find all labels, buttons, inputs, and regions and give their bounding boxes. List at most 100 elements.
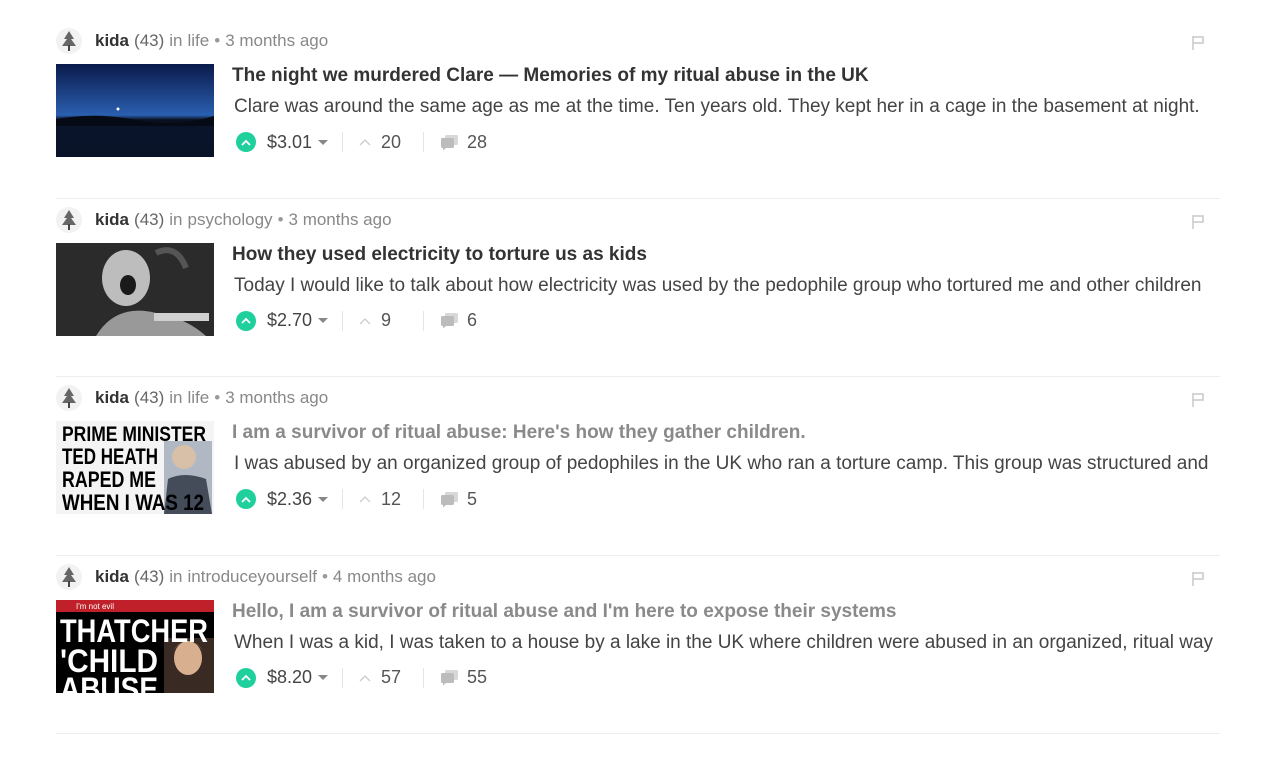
divider [423,310,425,331]
upvote-button[interactable] [236,489,256,509]
upvote-button[interactable] [236,132,256,152]
caret-down-icon[interactable] [318,496,329,502]
divider [423,667,425,688]
flag-icon[interactable] [1190,214,1206,230]
divider [342,310,344,331]
divider [342,489,344,509]
post-excerpt[interactable]: When I was a kid, I was taken to a house… [232,632,1220,654]
post-thumbnail[interactable]: PRIME MINISTER TED HEATH RAPED ME WHEN I… [56,421,214,514]
post-summary: kida (43) in life • 3 months ago The nig… [56,20,1220,199]
post-category-link[interactable]: life [188,388,210,408]
tree-avatar-icon [62,31,76,51]
avatar[interactable] [56,206,82,233]
post-category-link[interactable]: introduceyourself [188,567,317,587]
post-content: How they used electricity to torture us … [232,244,1220,333]
post-header: kida (43) in psychology • 3 months ago [56,206,392,233]
post-title[interactable]: Hello, I am a survivor of ritual abuse a… [232,601,1220,623]
post-timestamp[interactable]: 4 months ago [333,567,436,587]
post-footer: $2.36 12 5 [232,487,1220,511]
post-timestamp[interactable]: 3 months ago [225,31,328,51]
in-label: in [169,566,183,586]
author-name[interactable]: kida [95,388,129,408]
tree-avatar-icon [62,388,76,408]
upvote-button[interactable] [236,667,256,688]
voters-chevron-icon [359,496,371,503]
thumb-headline-line-3: ABUSE [60,671,158,693]
post-thumbnail[interactable]: I'm not evil THATCHER 'CHILD ABUSE [56,599,214,693]
flag-icon[interactable] [1190,571,1206,587]
thumb-headline-line-1: PRIME MINISTER [62,423,206,446]
post-header: kida (43) in life • 3 months ago [56,385,328,411]
post-summary: kida (43) in psychology • 3 months ago H… [56,199,1220,377]
post-title[interactable]: How they used electricity to torture us … [232,244,1220,266]
divider [342,667,344,688]
screaming-child-image [56,242,214,336]
thumb-headline-line-3: RAPED ME [62,467,156,492]
post-category-link[interactable]: psychology [188,210,273,230]
thumb-headline-line-2: TED HEATH [62,444,158,469]
author-name[interactable]: kida [95,210,129,230]
payout-value[interactable]: $2.70 [267,310,312,331]
post-content: Hello, I am a survivor of ritual abuse a… [232,601,1220,690]
avatar[interactable] [56,385,82,411]
in-label: in [169,209,183,229]
post-thumbnail[interactable] [56,64,214,157]
post-footer: $8.20 57 55 [232,666,1220,690]
post-content: The night we murdered Clare — Memories o… [232,65,1220,154]
comments-icon [441,491,459,507]
post-thumbnail[interactable] [56,242,214,336]
post-footer: $2.70 9 6 [232,309,1220,333]
comment-count[interactable]: 28 [467,132,487,153]
tree-avatar-icon [62,209,76,230]
night-lake-image [56,64,214,157]
post-timestamp[interactable]: 3 months ago [289,210,392,230]
post-excerpt[interactable]: Clare was around the same age as me at t… [232,96,1220,118]
avatar[interactable] [56,28,82,54]
upvote-button[interactable] [236,310,256,331]
payout-value[interactable]: $3.01 [267,132,312,153]
post-summary: kida (43) in introduceyourself • 4 month… [56,556,1220,734]
comment-count[interactable]: 5 [467,489,477,510]
post-title[interactable]: The night we murdered Clare — Memories o… [232,65,1220,87]
comment-count[interactable]: 55 [467,667,487,688]
thumb-tagline: I'm not evil [76,602,114,611]
divider [423,489,425,509]
vote-count[interactable]: 9 [381,310,403,331]
post-timestamp[interactable]: 3 months ago [225,388,328,408]
caret-down-icon[interactable] [318,675,329,680]
post-summary: kida (43) in life • 3 months ago PRIME M… [56,377,1220,556]
chevron-up-icon [241,317,251,324]
voters-chevron-icon [359,674,371,681]
payout-value[interactable]: $2.36 [267,489,312,510]
comments-icon [441,670,459,686]
comment-count[interactable]: 6 [467,310,477,331]
chevron-up-icon [241,674,251,681]
tree-avatar-icon [62,566,76,587]
post-title[interactable]: I am a survivor of ritual abuse: Here's … [232,422,1220,444]
chevron-up-icon [241,496,251,503]
caret-down-icon[interactable] [318,318,329,323]
author-reputation: (43) [134,209,165,229]
payout-value[interactable]: $8.20 [267,667,312,688]
divider [423,132,425,152]
thumb-headline-line-4: WHEN I WAS 12 [62,490,204,514]
author-name[interactable]: kida [95,31,129,51]
post-excerpt[interactable]: Today I would like to talk about how ele… [232,275,1220,297]
avatar[interactable] [56,563,82,590]
post-feed: kida (43) in life • 3 months ago The nig… [56,20,1220,734]
post-excerpt[interactable]: I was abused by an organized group of pe… [232,453,1220,475]
vote-count[interactable]: 20 [381,132,403,153]
caret-down-icon[interactable] [318,139,329,145]
vote-count[interactable]: 12 [381,489,403,510]
voters-chevron-icon [359,317,371,324]
voters-chevron-icon [359,139,371,146]
chevron-up-icon [241,139,251,146]
author-name[interactable]: kida [95,567,129,587]
author-reputation: (43) [134,388,165,407]
in-label: in [169,31,183,50]
flag-icon[interactable] [1190,392,1206,408]
flag-icon[interactable] [1190,35,1206,51]
vote-count[interactable]: 57 [381,667,403,688]
post-category-link[interactable]: life [188,31,210,51]
newspaper-headline-image: PRIME MINISTER TED HEATH RAPED ME WHEN I… [56,421,214,514]
